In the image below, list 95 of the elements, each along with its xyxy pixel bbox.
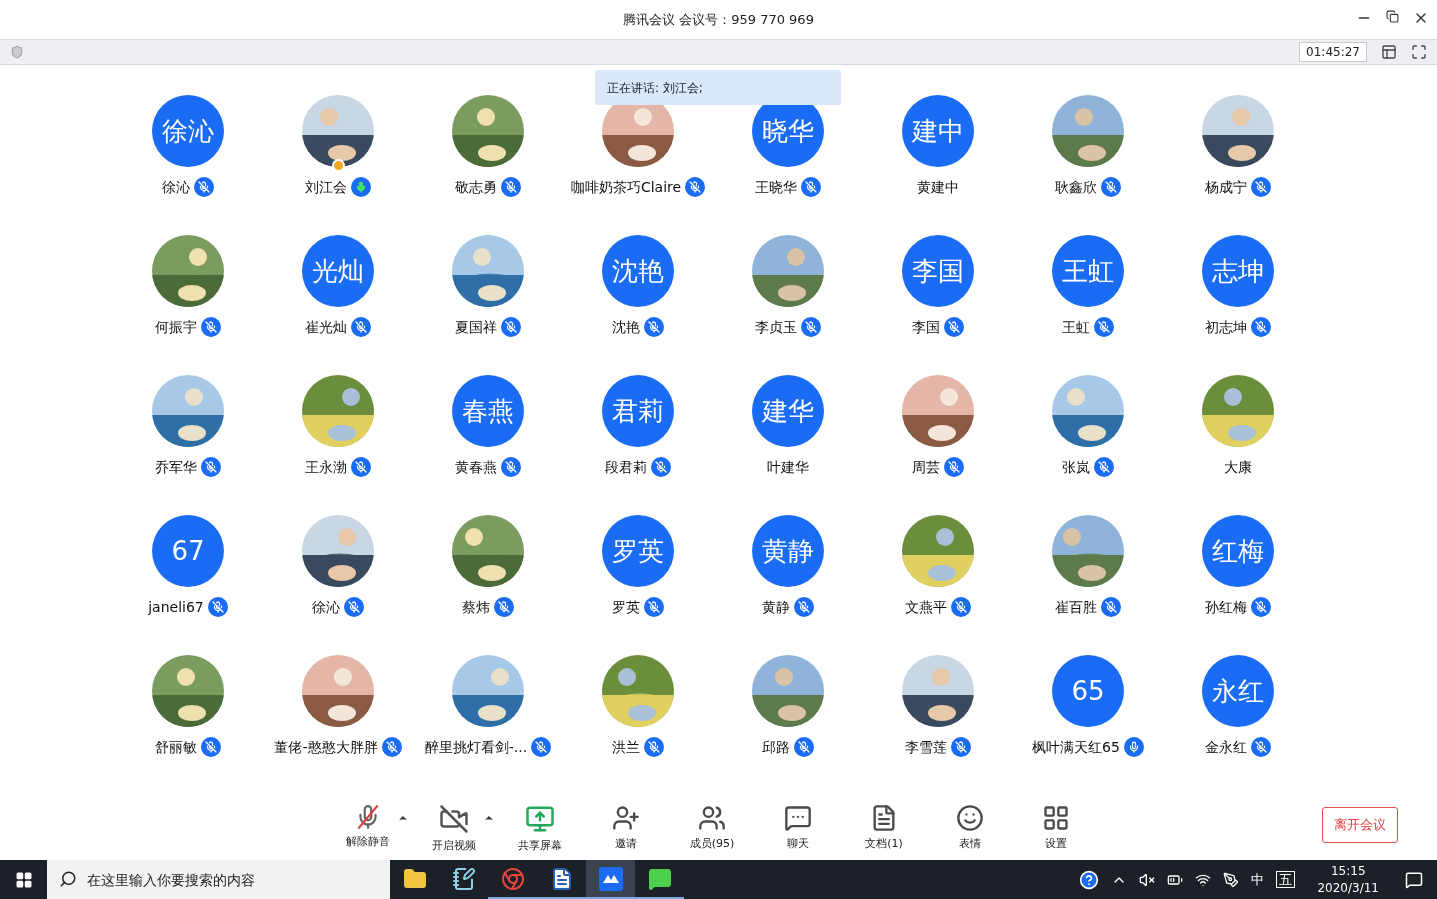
avatar: 永红 bbox=[1202, 655, 1274, 727]
avatar: 王虹 bbox=[1052, 235, 1124, 307]
participant-name: 醉里挑灯看剑-... bbox=[424, 737, 528, 757]
participant-name: 敬志勇 bbox=[455, 177, 497, 197]
clock-time: 15:15 bbox=[1330, 862, 1366, 880]
grid-icon bbox=[1042, 803, 1070, 832]
participant-name: 金永红 bbox=[1205, 737, 1247, 757]
layout-icon[interactable] bbox=[1381, 44, 1397, 60]
avatar: 徐沁 bbox=[152, 95, 224, 167]
avatar: 君莉 bbox=[602, 375, 674, 447]
avatar: 春燕 bbox=[452, 375, 524, 447]
participant-name: 乔军华 bbox=[155, 457, 197, 477]
participant-name: 杨成宁 bbox=[1205, 177, 1247, 197]
participant-name: 文燕平 bbox=[905, 597, 947, 617]
browser-icon bbox=[500, 866, 525, 891]
notepad-icon bbox=[451, 866, 476, 891]
fullscreen-icon[interactable] bbox=[1411, 44, 1427, 60]
participant-name: 段君莉 bbox=[605, 457, 647, 477]
mute-speaker-icon[interactable] bbox=[1139, 871, 1156, 888]
avatar: 志坤 bbox=[1202, 235, 1274, 307]
toolbar-button[interactable]: 共享屏幕 bbox=[518, 803, 562, 855]
speaking-banner: 正在讲话: 刘江会; bbox=[595, 70, 841, 105]
participant-name: 刘江会 bbox=[305, 177, 347, 197]
participant-name: 王晓华 bbox=[755, 177, 797, 197]
chat-icon bbox=[784, 803, 812, 832]
avatar: 沈艳 bbox=[602, 235, 674, 307]
input-method[interactable]: 五 bbox=[1276, 871, 1296, 888]
input-mode[interactable]: 中 bbox=[1251, 869, 1265, 890]
toolbar-button[interactable]: 表情 bbox=[956, 803, 984, 855]
participant-name: 沈艳 bbox=[612, 317, 640, 337]
participant-name: janeli67 bbox=[148, 597, 204, 617]
participant-name: 何振宇 bbox=[155, 317, 197, 337]
avatar: 67 bbox=[152, 515, 224, 587]
help-icon[interactable] bbox=[1079, 869, 1100, 890]
avatar: 李国 bbox=[902, 235, 974, 307]
participant-name: 王永渤 bbox=[305, 457, 347, 477]
participant-name: 孙红梅 bbox=[1205, 597, 1247, 617]
participant-name: 李国 bbox=[912, 317, 940, 337]
participant-name: 崔光灿 bbox=[305, 317, 347, 337]
participant-name: 耿鑫欣 bbox=[1055, 177, 1097, 197]
avatar: 黄静 bbox=[752, 515, 824, 587]
search-icon bbox=[59, 870, 77, 888]
participant-name: 舒丽敏 bbox=[155, 737, 197, 757]
meeting-app-icon bbox=[598, 866, 623, 891]
participant-name: 邱路 bbox=[762, 737, 790, 757]
participant-name: 洪兰 bbox=[612, 737, 640, 757]
avatar: 光灿 bbox=[302, 235, 374, 307]
windows-icon bbox=[14, 870, 33, 889]
toolbar-button[interactable]: 成员(95) bbox=[689, 803, 735, 855]
participant-name: 咖啡奶茶巧Claire bbox=[570, 177, 682, 197]
toolbar-button[interactable]: 开启视频 bbox=[432, 803, 476, 855]
meeting-timer: 01:45:27 bbox=[1299, 42, 1367, 62]
search-field[interactable]: 在这里输入你要搜索的内容 bbox=[47, 860, 390, 899]
clock-date: 2020/3/11 bbox=[1317, 879, 1379, 897]
participant-name: 李雪莲 bbox=[905, 737, 947, 757]
participant-name: 崔百胜 bbox=[1055, 597, 1097, 617]
participant-name: 周芸 bbox=[912, 457, 940, 477]
users-icon bbox=[698, 803, 726, 832]
avatar: 建中 bbox=[902, 95, 974, 167]
participant-name: 夏国祥 bbox=[455, 317, 497, 337]
avatar: 罗英 bbox=[602, 515, 674, 587]
participant-name: 叶建华 bbox=[767, 457, 809, 477]
participant-name: 大康 bbox=[1224, 457, 1252, 477]
leave-meeting-button[interactable]: 离开会议 bbox=[1322, 807, 1398, 843]
avatar: 建华 bbox=[752, 375, 824, 447]
participant-name: 初志坤 bbox=[1205, 317, 1247, 337]
chat-bubble-icon bbox=[647, 866, 672, 891]
participant-name: 罗英 bbox=[612, 597, 640, 617]
toolbar-button[interactable]: 设置 bbox=[1042, 803, 1070, 855]
toolbar-button[interactable]: 解除静音 bbox=[346, 803, 390, 855]
participant-name: 徐沁 bbox=[312, 597, 340, 617]
participant-name: 徐沁 bbox=[162, 177, 190, 197]
pen-icon[interactable] bbox=[1223, 871, 1240, 888]
participant-name: 王虹 bbox=[1062, 317, 1090, 337]
participant-name: 黄春燕 bbox=[455, 457, 497, 477]
avatar: 65 bbox=[1052, 655, 1124, 727]
taskbar-app[interactable] bbox=[586, 860, 635, 899]
video-off-icon bbox=[439, 803, 469, 834]
window-title: 腾讯会议 会议号：959 770 969 bbox=[623, 10, 814, 29]
add-user-icon bbox=[612, 803, 640, 832]
participant-name: 李贞玉 bbox=[755, 317, 797, 337]
toolbar-button[interactable]: 文档(1) bbox=[865, 803, 903, 855]
smile-icon bbox=[956, 803, 984, 832]
participant-name: 蔡炜 bbox=[462, 597, 490, 617]
toolbar-button[interactable]: 邀请 bbox=[612, 803, 640, 855]
participant-name: 黄静 bbox=[762, 597, 790, 617]
participant-name: 董佬-憨憨大胖胖 bbox=[274, 737, 378, 757]
participant-name: 张岚 bbox=[1062, 457, 1090, 477]
folder-icon bbox=[402, 866, 427, 891]
restore-icon[interactable] bbox=[1386, 10, 1399, 23]
participant-name: 枫叶满天红65 bbox=[1032, 737, 1120, 757]
toolbar-button[interactable]: 聊天 bbox=[784, 803, 812, 855]
notification-icon[interactable] bbox=[1405, 870, 1423, 889]
participant-name: 黄建中 bbox=[917, 177, 959, 197]
avatar: 红梅 bbox=[1202, 515, 1274, 587]
